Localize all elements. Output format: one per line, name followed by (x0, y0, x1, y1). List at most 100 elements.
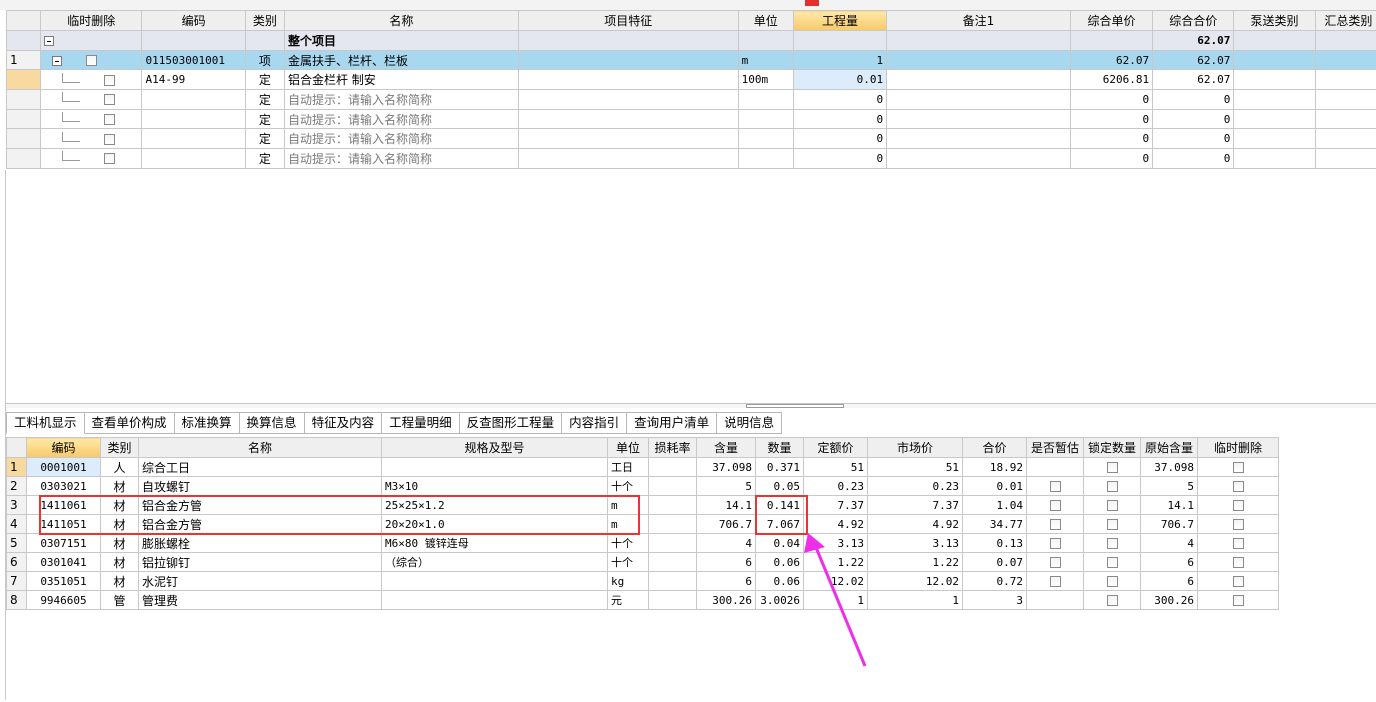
estimate-checkbox[interactable] (1049, 500, 1061, 511)
name-cell[interactable]: 自动提示：请输入名称简称 (283, 128, 519, 150)
unit-cell[interactable]: m (607, 514, 649, 534)
code-cell[interactable]: 0301041 (26, 552, 101, 572)
unit-cell[interactable]: 十个 (607, 552, 649, 572)
resource-col-header-5[interactable]: 单位 (607, 437, 649, 458)
estimate-cell[interactable] (1026, 514, 1084, 534)
name-cell[interactable]: 自动提示：请输入名称简称 (283, 89, 519, 110)
feature-cell[interactable] (517, 49, 739, 71)
lock-qty-checkbox[interactable] (1106, 557, 1118, 568)
type-cell[interactable]: 人 (100, 457, 139, 477)
remark-cell[interactable] (886, 108, 1071, 130)
delete-cell[interactable] (1197, 476, 1279, 496)
code-cell[interactable]: 0351051 (26, 571, 101, 591)
quota-row[interactable]: A14-99 定铝合金栏杆 制安 100m 0.01 6206.81 62.07 (5, 69, 1376, 91)
code-cell[interactable] (141, 108, 246, 130)
resource-col-header-11[interactable]: 合价 (962, 437, 1027, 458)
resource-row[interactable]: 7 0351051 材水泥钉 kg 6 0.06 12.02 12.02 0.72 6 (6, 571, 1279, 591)
resource-row[interactable]: 1 0001001 人综合工日 工日 37.098 0.371 51 51 18.92 37.09… (6, 457, 1279, 477)
resource-col-header-15[interactable]: 临时删除 (1197, 437, 1279, 458)
resource-col-header-4[interactable]: 规格及型号 (381, 437, 608, 458)
loss-cell[interactable] (648, 571, 697, 591)
code-cell[interactable] (141, 128, 246, 150)
type-cell[interactable]: 材 (100, 571, 139, 591)
tab-3[interactable]: 换算信息 (239, 412, 305, 434)
qty-cell[interactable]: 0.04 (755, 533, 804, 553)
quota-row[interactable]: 定自动提示：请输入名称简称 0 0 0 (5, 108, 1376, 130)
spec-cell[interactable]: 20×20×1.0 (381, 514, 608, 534)
summary-cell[interactable] (1314, 128, 1376, 150)
delete-cell[interactable] (40, 69, 143, 91)
qty-cell[interactable]: 0.01 (792, 69, 888, 91)
unit-cell[interactable]: 十个 (607, 533, 649, 553)
quota-row[interactable]: 定自动提示：请输入名称简称 0 0 0 (5, 89, 1376, 110)
tab-9[interactable]: 说明信息 (717, 412, 783, 434)
lock-qty-checkbox[interactable] (1106, 500, 1118, 511)
resource-row[interactable]: 4 1411051 材铝合金方管 20×20×1.0 m 706.7 7.067 4.92 4.… (6, 514, 1279, 534)
collapse-icon[interactable] (44, 35, 55, 46)
loss-cell[interactable] (648, 533, 697, 553)
code-cell[interactable]: 1411051 (26, 514, 101, 534)
qty-cell[interactable]: 7.067 (755, 514, 804, 534)
feature-cell[interactable] (517, 108, 739, 130)
loss-cell[interactable] (648, 514, 697, 534)
bill-col-header-2[interactable]: 编码 (141, 10, 246, 31)
temp-delete-checkbox[interactable] (1232, 481, 1244, 492)
delete-cell[interactable] (40, 89, 143, 110)
tab-2[interactable]: 标准换算 (174, 412, 240, 434)
type-cell[interactable]: 材 (100, 495, 139, 515)
estimate-checkbox[interactable] (1049, 538, 1061, 549)
content-cell[interactable]: 5 (696, 476, 756, 496)
spec-cell[interactable]: M6×80 镀锌连母 (381, 533, 608, 553)
delete-cell[interactable] (1197, 571, 1279, 591)
resource-col-header-8[interactable]: 数量 (755, 437, 804, 458)
temp-delete-checkbox[interactable] (104, 114, 116, 126)
bill-col-header-10[interactable]: 综合合价 (1152, 10, 1235, 31)
temp-delete-checkbox[interactable] (1232, 462, 1244, 473)
type-cell[interactable]: 材 (100, 514, 139, 534)
delete-cell[interactable] (40, 148, 143, 169)
lock-cell[interactable] (1083, 590, 1141, 610)
temp-delete-checkbox[interactable] (86, 55, 98, 67)
name-cell[interactable]: 膨胀螺栓 (138, 533, 382, 553)
tab-4[interactable]: 特征及内容 (304, 412, 383, 434)
bill-col-header-9[interactable]: 综合单价 (1069, 10, 1154, 31)
qty-cell[interactable]: 0 (792, 148, 888, 169)
estimate-cell[interactable] (1026, 495, 1084, 515)
lock-cell[interactable] (1083, 552, 1141, 572)
resource-col-header-0[interactable] (6, 437, 27, 458)
name-cell[interactable]: 金属扶手、栏杆、栏板 (283, 49, 519, 71)
splitter-grip[interactable] (746, 404, 844, 408)
unit-cell[interactable]: 十个 (607, 476, 649, 496)
name-cell[interactable]: 自攻螺钉 (138, 476, 382, 496)
code-cell[interactable] (141, 148, 246, 169)
pump-cell[interactable] (1233, 49, 1316, 71)
content-cell[interactable]: 6 (696, 552, 756, 572)
delete-cell[interactable] (1197, 514, 1279, 534)
resource-row[interactable]: 5 0307151 材膨胀螺栓 M6×80 镀锌连母 十个 4 0.04 3.13 3.13 0.… (6, 533, 1279, 553)
qty-cell[interactable]: 0.06 (755, 571, 804, 591)
resource-col-header-7[interactable]: 含量 (696, 437, 756, 458)
remark-cell[interactable] (886, 89, 1071, 110)
quota-row[interactable]: 定自动提示：请输入名称简称 0 0 0 (5, 148, 1376, 169)
qty-cell[interactable]: 0.06 (755, 552, 804, 572)
temp-delete-checkbox[interactable] (104, 133, 116, 145)
code-cell[interactable]: 0303021 (26, 476, 101, 496)
estimate-checkbox[interactable] (1049, 557, 1061, 568)
type-cell[interactable]: 定 (244, 128, 285, 150)
bill-col-header-0[interactable] (5, 10, 42, 31)
estimate-cell[interactable] (1026, 457, 1084, 477)
resource-col-header-6[interactable]: 损耗率 (648, 437, 697, 458)
lock-cell[interactable] (1083, 533, 1141, 553)
temp-delete-checkbox[interactable] (1232, 557, 1244, 568)
name-cell[interactable]: 管理费 (138, 590, 382, 610)
unit-cell[interactable] (737, 108, 794, 130)
pump-cell[interactable] (1233, 148, 1316, 169)
bill-col-header-6[interactable]: 单位 (737, 10, 794, 31)
market-price-cell[interactable]: 3.13 (867, 533, 963, 553)
unit-cell[interactable]: m (737, 49, 794, 71)
pump-cell[interactable] (1233, 128, 1316, 150)
market-price-cell[interactable]: 12.02 (867, 571, 963, 591)
delete-cell[interactable] (1197, 457, 1279, 477)
estimate-cell[interactable] (1026, 590, 1084, 610)
remark-cell[interactable] (886, 148, 1071, 169)
